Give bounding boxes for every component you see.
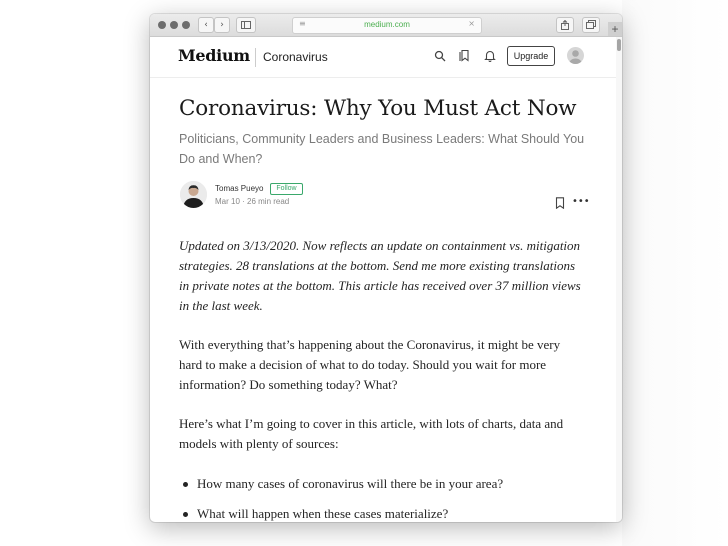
share-icon[interactable] [556, 17, 574, 33]
address-bar[interactable]: ≡ medium.com × [292, 17, 482, 34]
upgrade-button[interactable]: Upgrade [507, 46, 555, 66]
maximize-window-button[interactable] [182, 21, 190, 29]
sidebar-icon[interactable] [236, 17, 256, 33]
bullet-list: How many cases of coronavirus will there… [179, 474, 589, 522]
bookmarks-icon[interactable] [459, 49, 473, 63]
search-icon[interactable] [434, 49, 448, 63]
background [622, 0, 728, 546]
list-item: What will happen when these cases materi… [179, 504, 589, 522]
reload-icon[interactable]: × [468, 19, 475, 28]
paragraph-2: Here’s what I’m going to cover in this a… [179, 416, 564, 451]
paragraph-1: With everything that’s happening about t… [179, 337, 561, 392]
avatar-icon[interactable] [567, 47, 584, 64]
bookmark-icon[interactable] [555, 196, 565, 210]
close-window-button[interactable] [158, 21, 166, 29]
post-meta: Mar 10 · 26 min read [215, 197, 290, 206]
tabs-icon[interactable] [582, 17, 600, 33]
list-item-text: What will happen when these cases materi… [197, 506, 449, 521]
bullet-dot [183, 482, 188, 487]
divider [255, 48, 256, 67]
list-item-text: How many cases of coronavirus will there… [197, 476, 504, 491]
update-note: Updated on 3/13/2020. Now reflects an up… [179, 238, 581, 313]
author-name[interactable]: Tomas Pueyo [215, 184, 263, 193]
list-item: How many cases of coronavirus will there… [179, 474, 589, 494]
url-text: medium.com [364, 20, 410, 29]
minimize-window-button[interactable] [170, 21, 178, 29]
article-subtitle: Politicians, Community Leaders and Busin… [179, 132, 585, 166]
back-button[interactable]: ‹ [198, 17, 214, 33]
new-tab-button[interactable]: + [608, 22, 622, 36]
article-title: Coronavirus: Why You Must Act Now [179, 96, 577, 121]
scrollbar[interactable] [616, 37, 622, 522]
browser-window: ‹ › ≡ medium.com × + Medium Coronavirus [150, 14, 622, 522]
bell-icon[interactable] [484, 49, 498, 63]
bullet-dot [183, 512, 188, 517]
author-avatar[interactable] [180, 181, 207, 208]
more-icon[interactable]: ••• [572, 196, 590, 207]
browser-toolbar: ‹ › ≡ medium.com × [150, 14, 622, 37]
publication-name[interactable]: Coronavirus [263, 50, 328, 64]
forward-button[interactable]: › [214, 17, 230, 33]
medium-logo[interactable]: Medium [178, 46, 250, 65]
site-header: Medium Coronavirus Upgrade [150, 37, 616, 78]
scroll-thumb[interactable] [617, 39, 621, 51]
follow-button[interactable]: Follow [270, 183, 303, 195]
